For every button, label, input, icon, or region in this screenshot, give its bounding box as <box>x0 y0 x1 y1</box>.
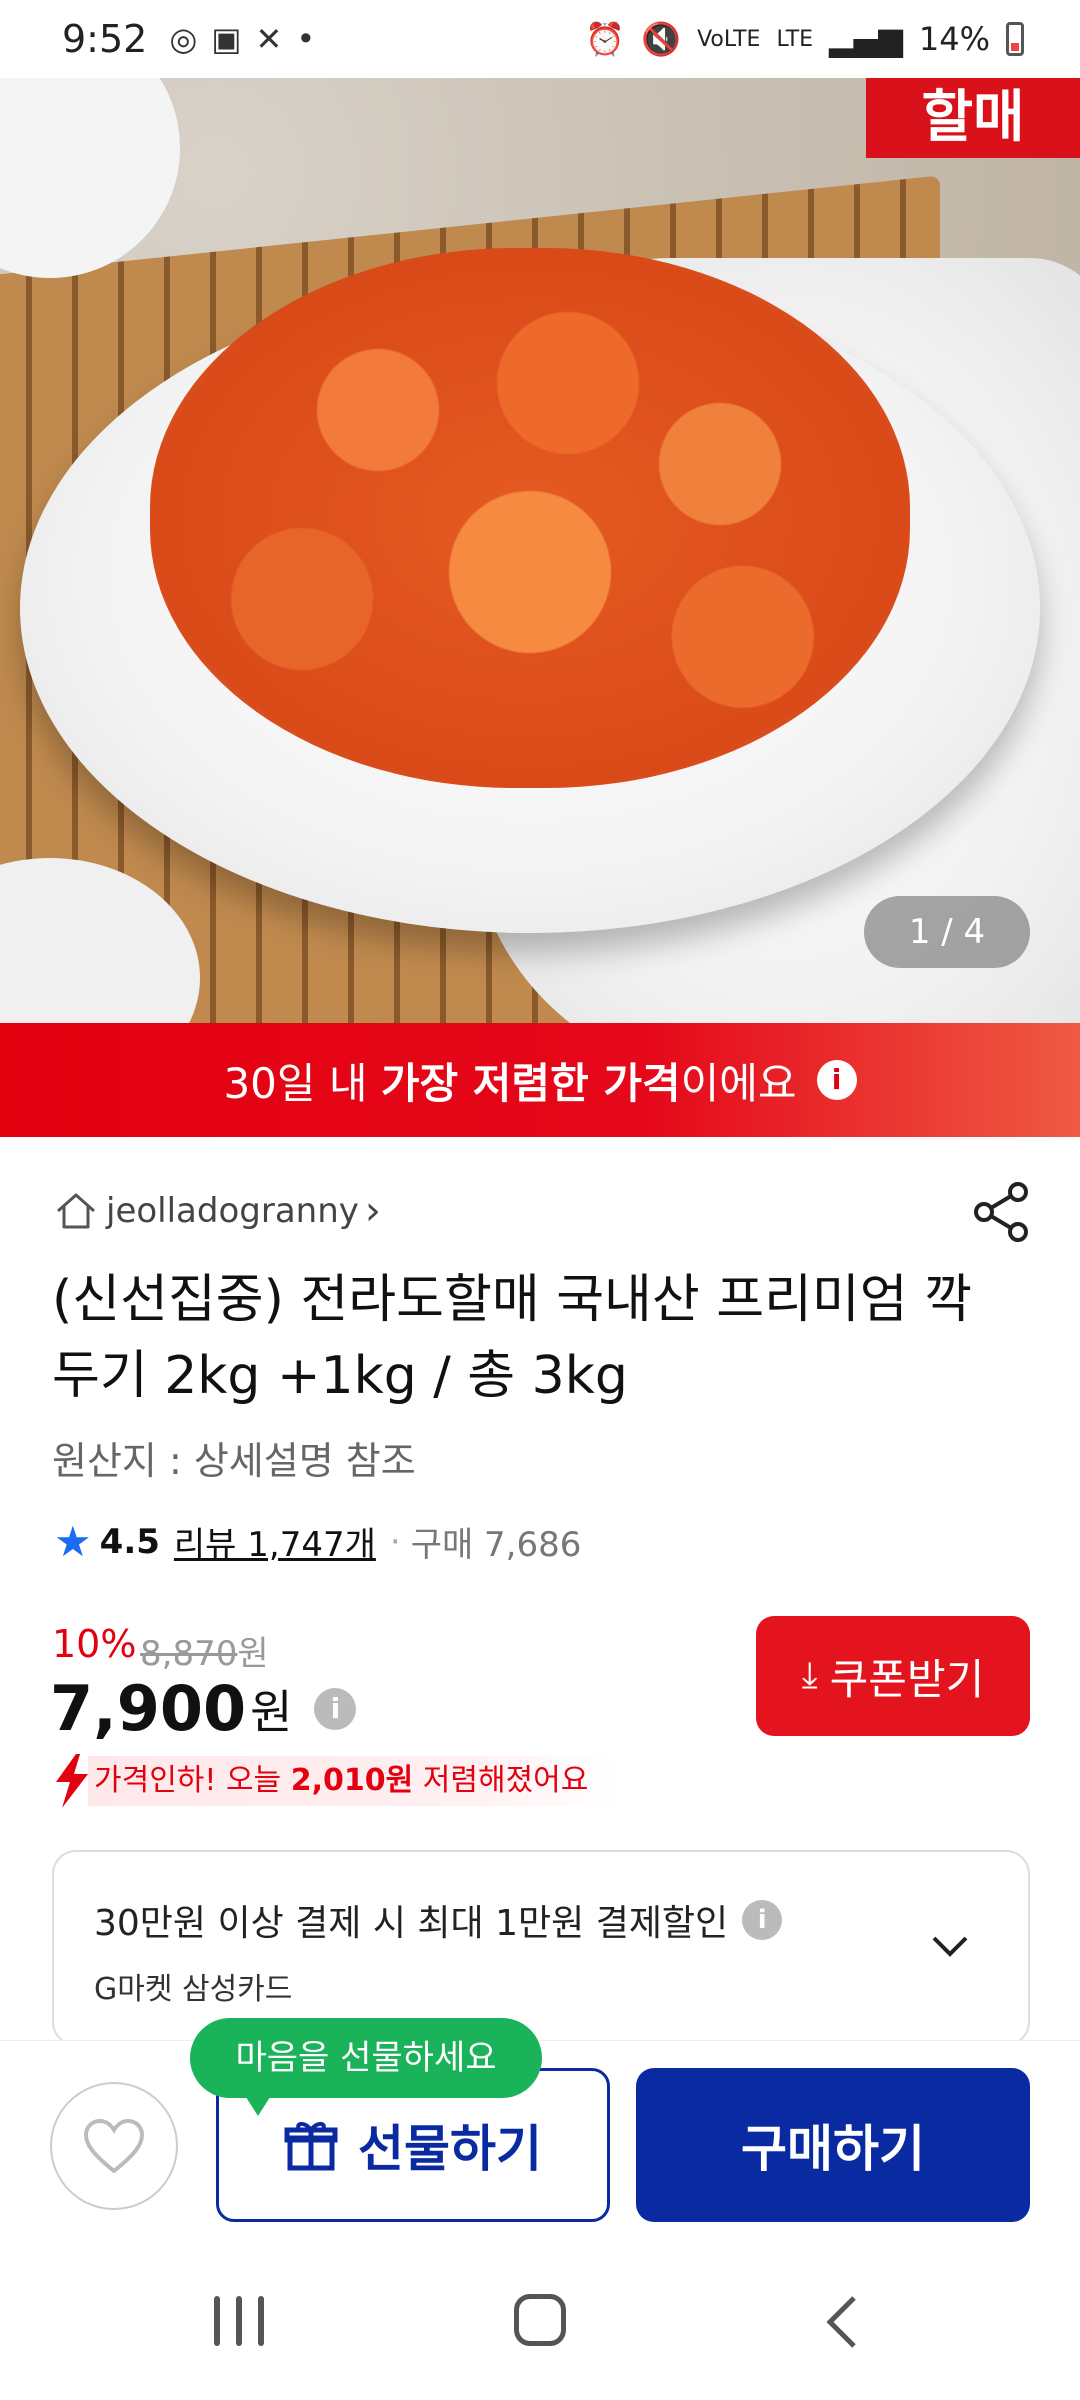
signal-icon: ▂▄▆ <box>829 20 903 58</box>
seller-link[interactable]: jeolladogranny › <box>54 1188 381 1234</box>
original-price: 8,870원 <box>140 1634 269 1674</box>
card-discount-title: 30만원 이상 결제 시 최대 1만원 결제할인 i <box>94 1894 783 1946</box>
coupon-button[interactable]: ⤓ 쿠폰받기 <box>756 1616 1030 1736</box>
price-drop-notice: 가격인하! 오늘 2,010원 저렴해졌어요 <box>50 1752 619 1810</box>
chevron-down-icon[interactable] <box>926 1922 974 1970</box>
star-icon: ★ <box>54 1517 92 1566</box>
banner-suffix: 이에요 <box>680 1058 797 1108</box>
heart-icon <box>83 2118 145 2174</box>
lowest-price-banner[interactable]: 30일 내 가장 저렴한 가격 이에요 i <box>0 1023 1080 1137</box>
banner-prefix: 30일 내 <box>223 1058 381 1108</box>
mute-icon: 🔇 <box>641 20 682 58</box>
current-price: 7,900 원 i <box>50 1672 357 1745</box>
cloth-image <box>0 78 180 278</box>
chevron-right-icon: › <box>364 1188 381 1234</box>
volte-icon: VoLTE <box>697 26 761 52</box>
download-icon: ⤓ <box>801 1655 818 1696</box>
wishlist-button[interactable] <box>50 2082 178 2210</box>
image-icon: ▣ <box>211 20 242 58</box>
seller-name: jeolladogranny <box>106 1191 359 1231</box>
price-info-icon[interactable]: i <box>314 1687 357 1730</box>
current-price-unit: 원 <box>250 1684 293 1739</box>
review-link[interactable]: 리뷰 1,747개 <box>174 1517 376 1566</box>
back-icon[interactable] <box>822 2292 862 2352</box>
product-image-carousel[interactable]: 할매 1 / 4 <box>0 78 1080 1023</box>
product-title: (신선집중) 전라도할매 국내산 프리미엄 깍두기 2kg +1kg / 총 3… <box>52 1270 972 1406</box>
coupon-label: 쿠폰받기 <box>829 1654 985 1704</box>
share-icon[interactable] <box>970 1180 1034 1244</box>
brand-sign: 할매 <box>866 78 1080 158</box>
buy-label: 구매하기 <box>741 2120 925 2178</box>
separator: · <box>389 1521 401 1562</box>
kkakdugi-image <box>150 248 910 788</box>
card-discount-subtitle: G마켓 삼성카드 <box>94 1972 293 2007</box>
alarm-icon: ⏰ <box>585 20 626 58</box>
current-price-value: 7,900 <box>50 1672 247 1745</box>
product-origin: 원산지 : 상세설명 참조 <box>52 1439 416 1483</box>
rating-row: ★ 4.5 리뷰 1,747개 · 구매 7,686 <box>54 1517 581 1566</box>
purchase-count: 구매 7,686 <box>410 1525 582 1565</box>
battery-icon <box>1006 22 1024 56</box>
home-icon <box>57 1193 95 1229</box>
missed-call-icon: ✕ <box>255 20 283 58</box>
price-drop-text: 가격인하! 오늘 2,010원 저렴해졌어요 <box>88 1756 619 1806</box>
dot-icon: • <box>296 20 316 58</box>
battery-percent: 14% <box>918 20 990 58</box>
banner-bold: 가장 저렴한 가격 <box>380 1058 681 1108</box>
info-icon[interactable]: i <box>816 1060 857 1100</box>
discount-rate: 10% <box>52 1622 137 1666</box>
lte-icon: LTE <box>776 26 814 52</box>
status-bar: 9:52 ◎ ▣ ✕ • ⏰ 🔇 VoLTE LTE ▂▄▆ 14% <box>0 0 1080 78</box>
image-counter: 1 / 4 <box>864 896 1030 968</box>
gift-tooltip: 마음을 선물하세요 <box>190 2018 542 2116</box>
info-icon[interactable]: i <box>742 1900 783 1940</box>
sync-icon: ◎ <box>169 20 198 58</box>
gift-icon <box>284 2122 338 2171</box>
gift-label: 선물하기 <box>358 2120 542 2178</box>
status-time: 9:52 <box>62 17 148 61</box>
card-discount-accordion[interactable]: 30만원 이상 결제 시 최대 1만원 결제할인 i G마켓 삼성카드 <box>52 1850 1030 2046</box>
recent-apps-icon[interactable] <box>214 2296 264 2346</box>
home-button-icon[interactable] <box>514 2294 566 2346</box>
rating-score: 4.5 <box>99 1521 160 1562</box>
buy-button[interactable]: 구매하기 <box>636 2068 1030 2222</box>
